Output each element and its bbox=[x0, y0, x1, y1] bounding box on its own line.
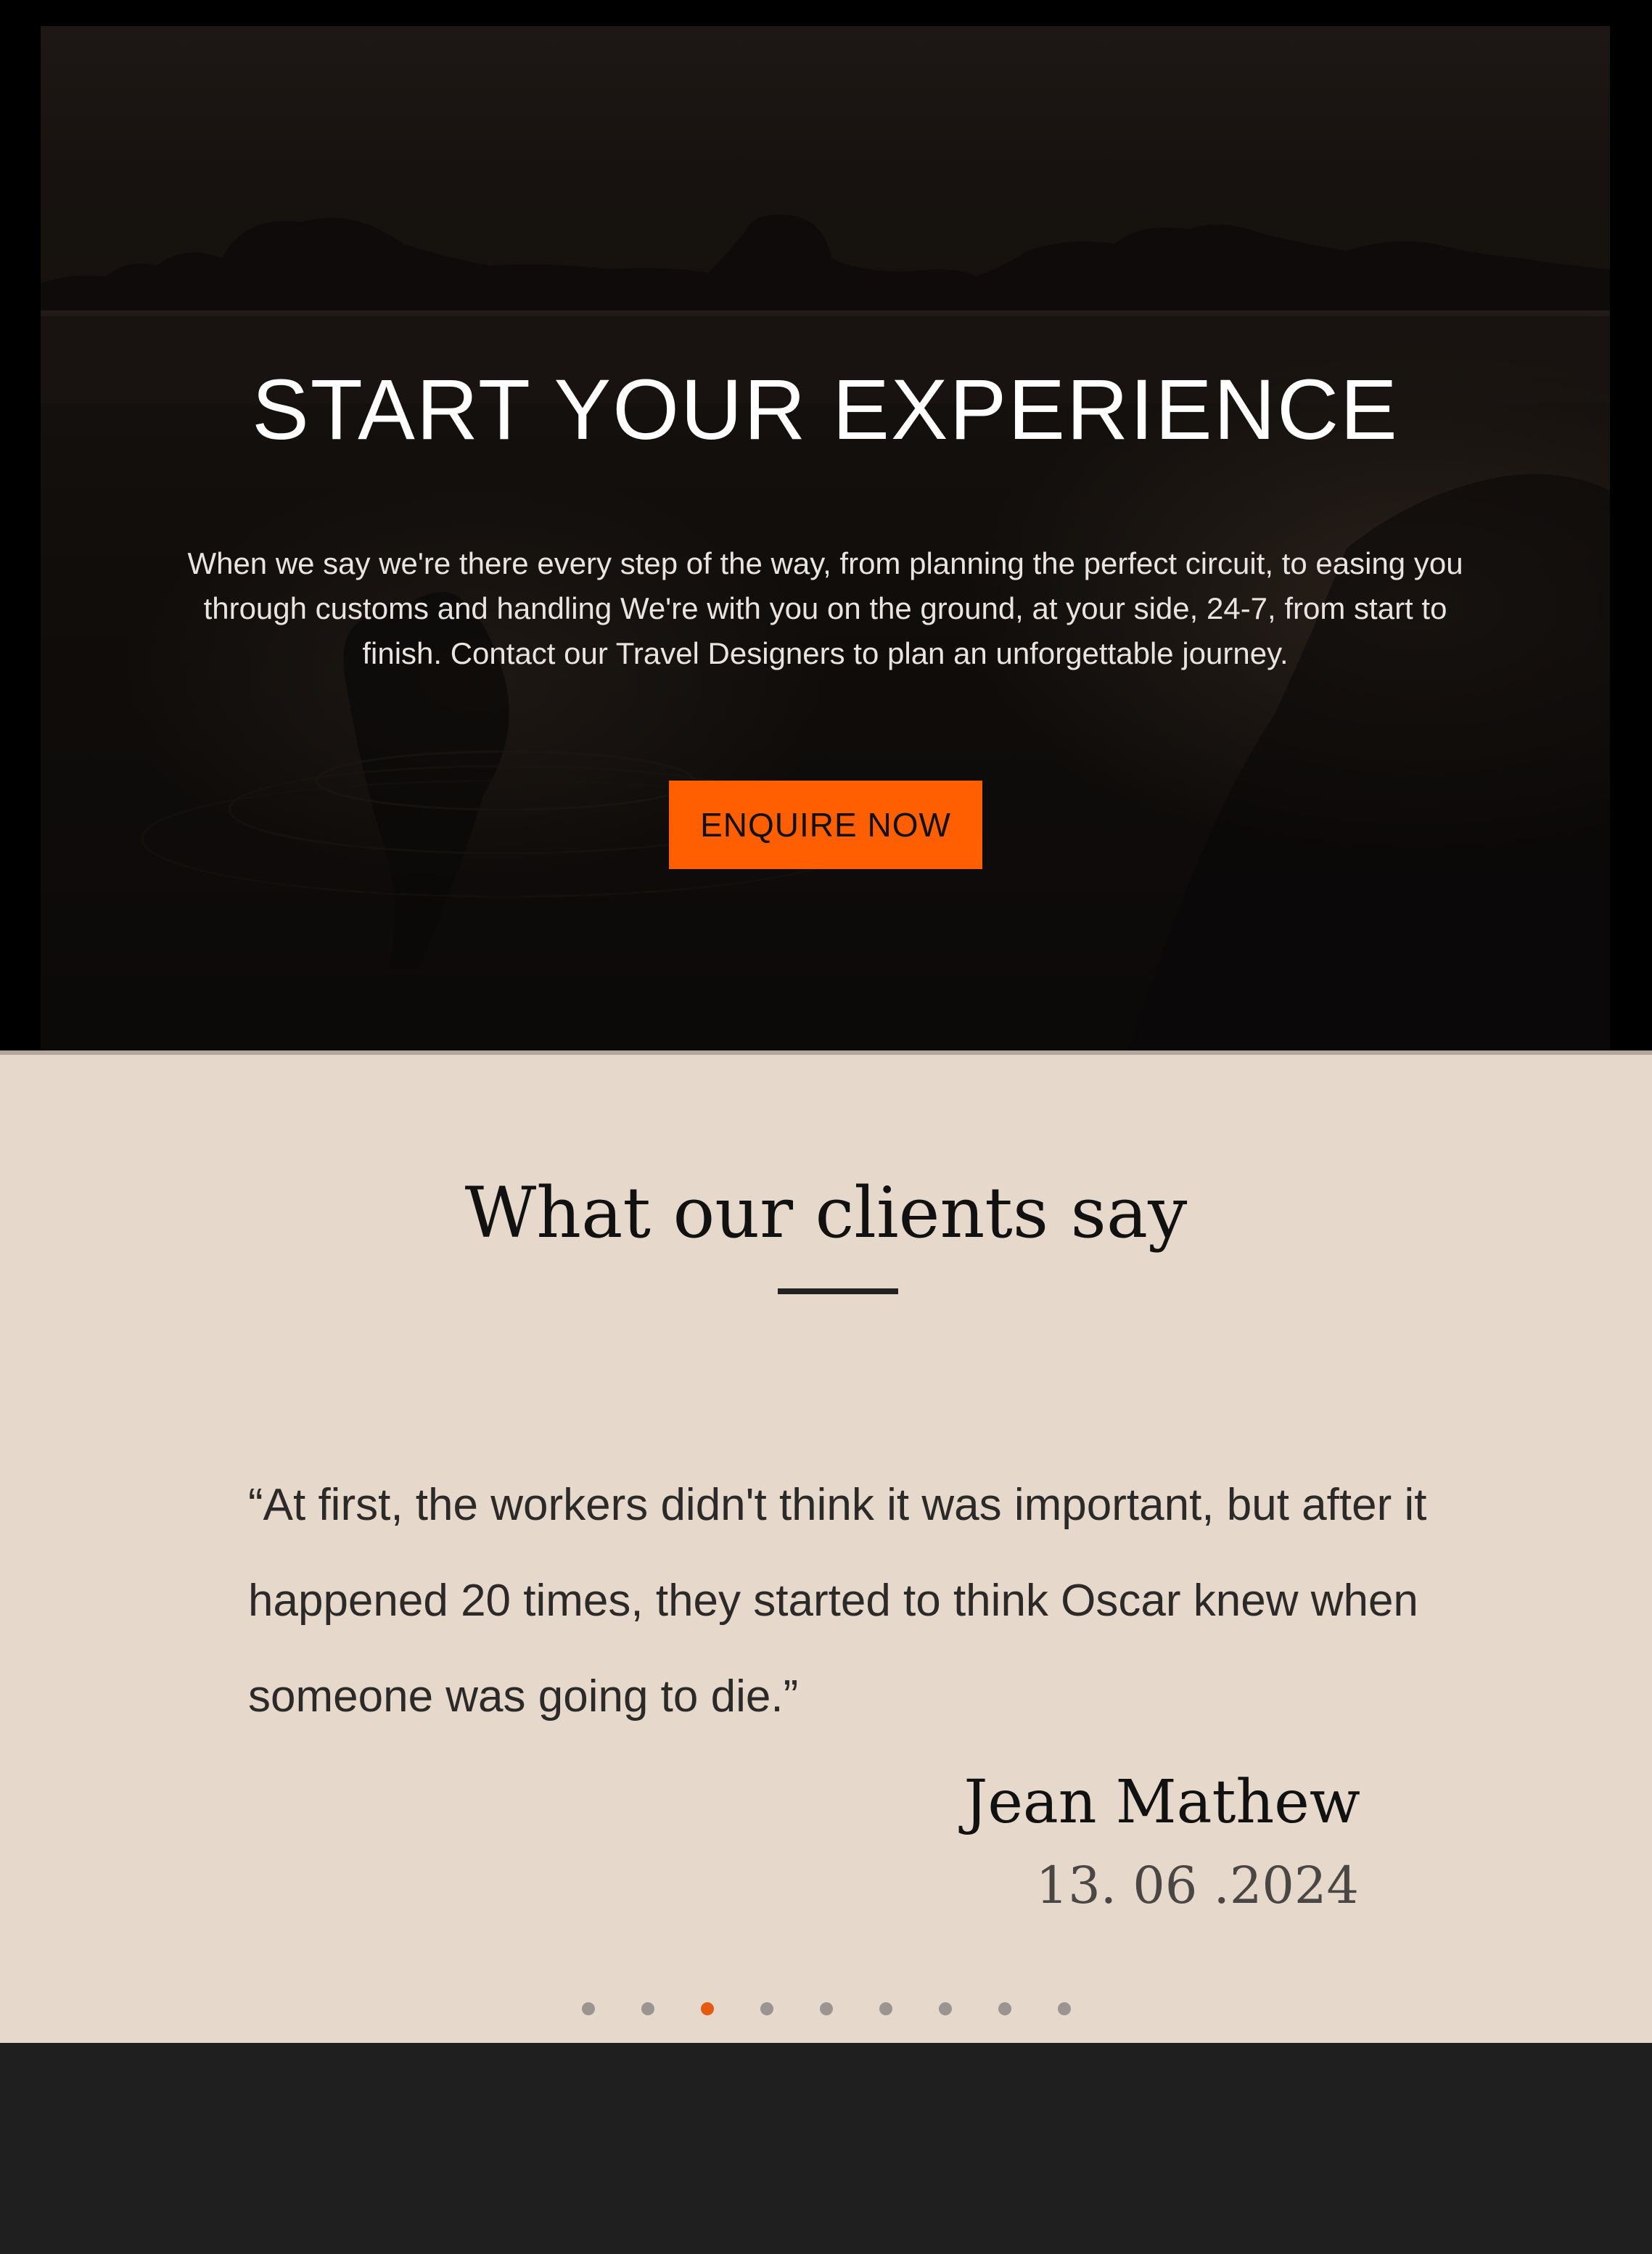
carousel-dot-8[interactable] bbox=[998, 2002, 1011, 2015]
testimonial-date: 13. 06 .2024 bbox=[1035, 1856, 1359, 1915]
carousel-dot-7[interactable] bbox=[938, 2002, 952, 2015]
hero-banner: START YOUR EXPERIENCE When we say we're … bbox=[41, 26, 1610, 1050]
carousel-pagination bbox=[0, 2002, 1652, 2015]
carousel-dot-6[interactable] bbox=[879, 2002, 892, 2015]
carousel-dot-1[interactable] bbox=[581, 2002, 595, 2015]
carousel-dot-4[interactable] bbox=[760, 2002, 773, 2015]
testimonial-author: Jean Mathew bbox=[963, 1768, 1361, 1837]
hero-title: START YOUR EXPERIENCE bbox=[252, 362, 1399, 458]
carousel-dot-5[interactable] bbox=[819, 2002, 833, 2015]
hero-section: START YOUR EXPERIENCE When we say we're … bbox=[0, 0, 1652, 1050]
section-title: What our clients say bbox=[464, 1172, 1188, 1254]
enquire-now-button[interactable]: ENQUIRE NOW bbox=[669, 781, 982, 869]
hero-description: When we say we're there every step of th… bbox=[187, 546, 1463, 670]
footer bbox=[0, 2043, 1652, 2254]
carousel-dot-3[interactable] bbox=[700, 2002, 714, 2015]
testimonials-section: What our clients say “At first, the work… bbox=[0, 1050, 1652, 2043]
title-underline bbox=[778, 1288, 898, 1294]
carousel-dot-9[interactable] bbox=[1057, 2002, 1071, 2015]
hero-background-image bbox=[41, 214, 1610, 1050]
testimonial-quote: “At first, the workers didn't think it w… bbox=[248, 1480, 1427, 1722]
carousel-dot-2[interactable] bbox=[641, 2002, 654, 2015]
